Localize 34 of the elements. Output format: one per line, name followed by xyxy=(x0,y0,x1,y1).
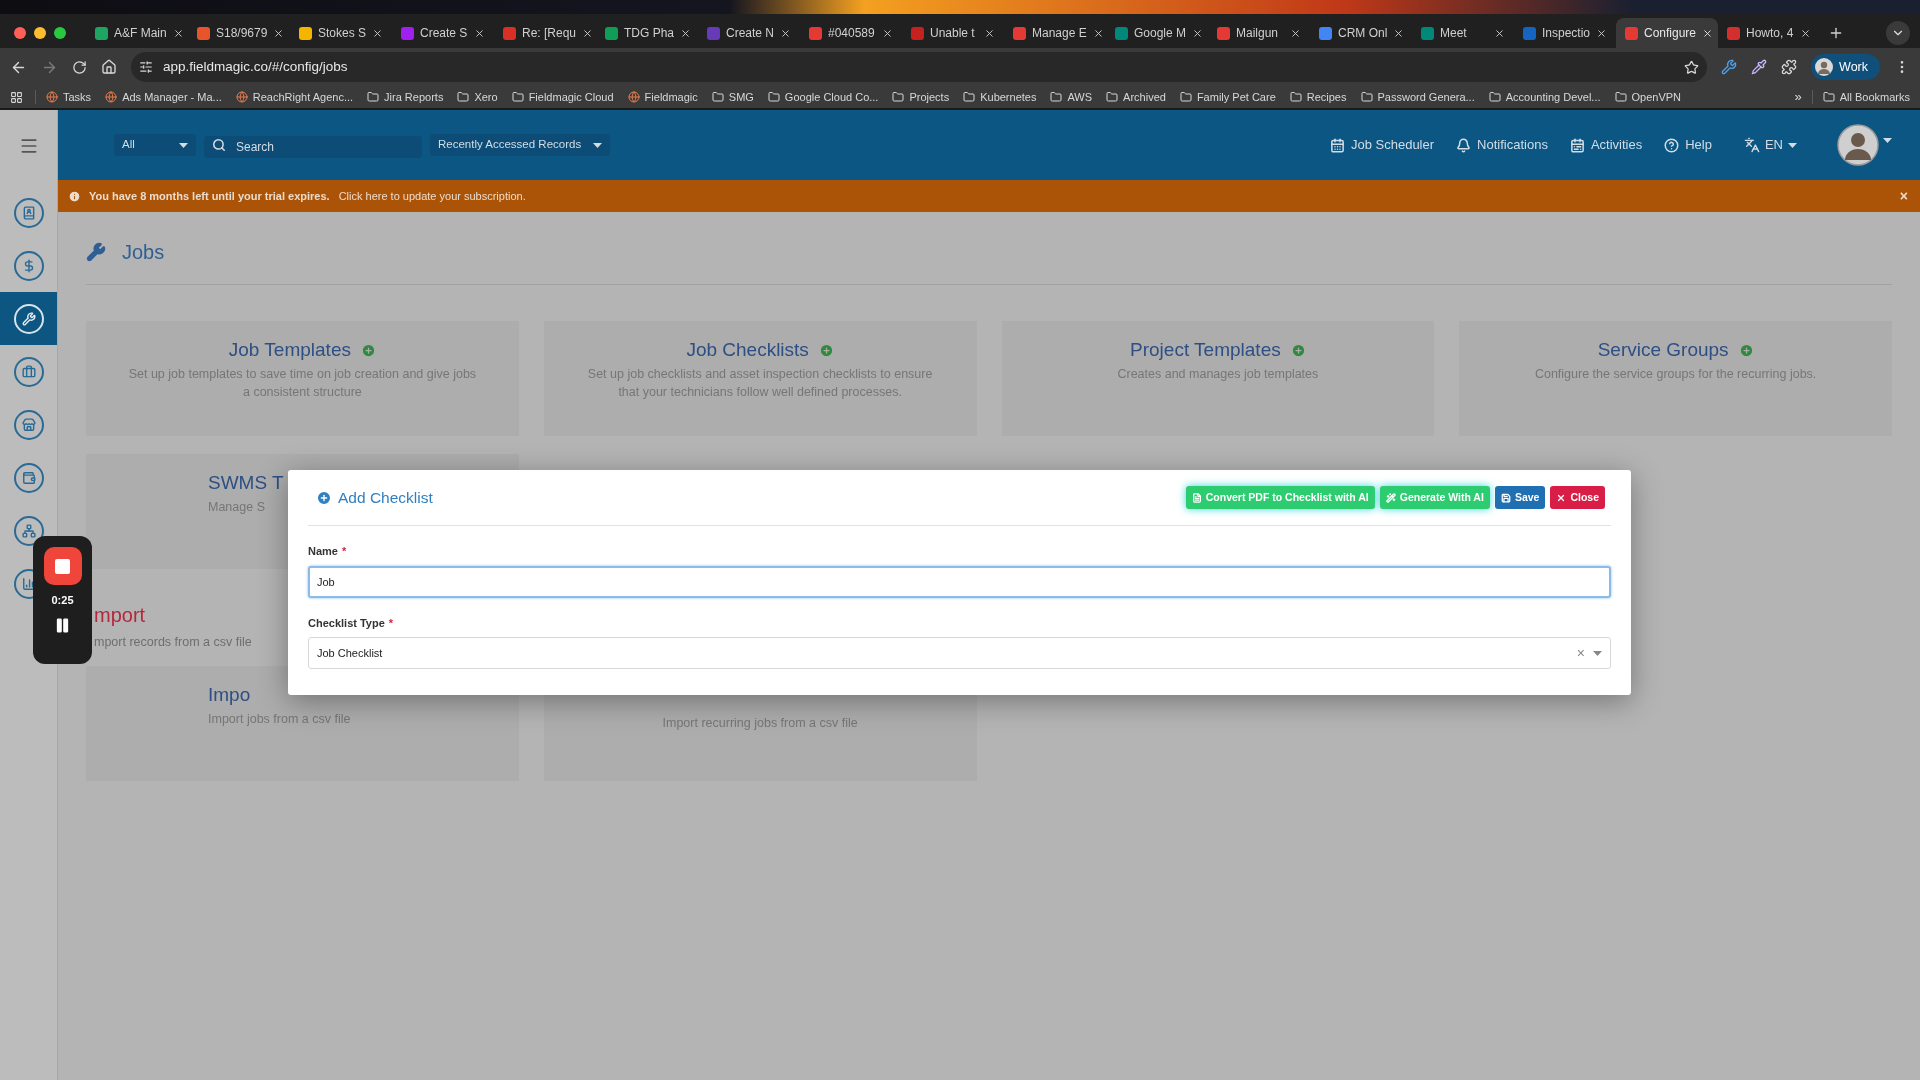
recording-timer: 0:25 xyxy=(51,593,74,608)
url-text: app.fieldmagic.co/#/config/jobs xyxy=(163,57,349,76)
tab-title: A&F Main xyxy=(114,25,167,42)
tab-title: S18/9679 xyxy=(216,25,268,42)
dialog-title: Add Checklist xyxy=(338,487,433,508)
section-title: mport xyxy=(94,603,146,627)
banner-message: You have 8 months left until your trial expires. xyxy=(89,188,330,204)
tab-title: Create S xyxy=(420,25,468,42)
tab-title: Re: [Requ xyxy=(522,25,577,42)
tab-title: Mailgun xyxy=(1236,25,1280,42)
required-mark: * xyxy=(388,615,394,631)
card-title: Project Templates xyxy=(1130,337,1281,362)
tab-title: CRM Onl xyxy=(1338,25,1388,42)
tab-title: TDG Pha xyxy=(624,25,674,42)
card-title: Impo xyxy=(208,682,251,707)
card-title: SWMS T xyxy=(208,470,284,495)
tab-title: Meet xyxy=(1440,25,1468,42)
field-label: Name xyxy=(308,544,338,559)
tab-title: Howto, 4 xyxy=(1746,25,1794,42)
required-mark: * xyxy=(341,544,347,559)
page-title: Jobs xyxy=(122,240,165,265)
tab-title: Create N xyxy=(726,25,775,42)
field-label: Checklist Type xyxy=(308,615,385,631)
tab-title: Google M xyxy=(1134,25,1187,42)
card-title: Job Checklists xyxy=(686,337,809,362)
tab-title: Stokes S xyxy=(318,25,367,42)
tab-title: Manage E xyxy=(1032,25,1087,42)
tab-title: #040589 xyxy=(828,25,876,42)
tab-title: Configure xyxy=(1644,25,1697,42)
tab-title: Inspectio xyxy=(1542,25,1591,42)
tab-title: Unable t xyxy=(930,25,976,42)
card-title: Service Groups xyxy=(1597,337,1729,362)
section-subtitle: mport records from a csv file xyxy=(94,634,252,651)
card-title: Job Templates xyxy=(228,337,351,362)
